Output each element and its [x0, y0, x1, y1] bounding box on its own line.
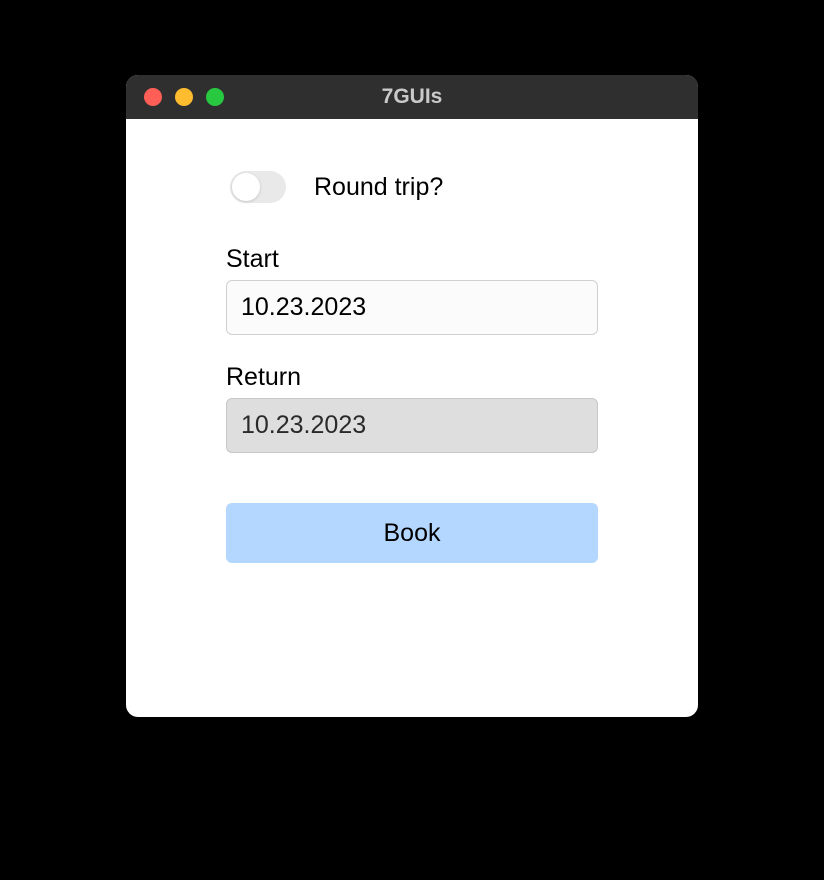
return-label: Return: [226, 363, 598, 392]
start-label: Start: [226, 245, 598, 274]
toggle-knob-icon: [232, 173, 260, 201]
titlebar: 7GUIs: [126, 75, 698, 119]
return-date-input: [226, 398, 598, 453]
start-date-input[interactable]: [226, 280, 598, 335]
zoom-icon[interactable]: [206, 88, 224, 106]
content-area: Round trip? Start Return Book: [126, 119, 698, 563]
round-trip-label: Round trip?: [314, 173, 443, 202]
start-field-group: Start: [226, 245, 598, 335]
close-icon[interactable]: [144, 88, 162, 106]
book-button[interactable]: Book: [226, 503, 598, 563]
round-trip-toggle[interactable]: [230, 171, 286, 203]
round-trip-row: Round trip?: [226, 171, 598, 203]
app-window: 7GUIs Round trip? Start Return Book: [126, 75, 698, 717]
return-field-group: Return: [226, 363, 598, 453]
traffic-lights: [126, 88, 224, 106]
minimize-icon[interactable]: [175, 88, 193, 106]
